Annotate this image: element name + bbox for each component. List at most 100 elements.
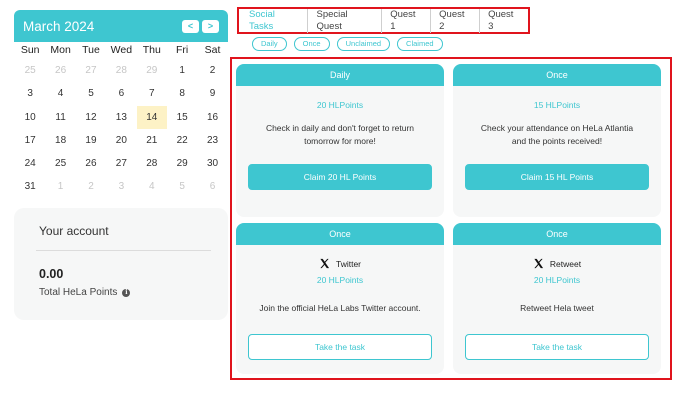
quest-tabs: Social Tasks Special Quest Quest 1 Quest 2Q… (237, 7, 530, 34)
calendar-day[interactable]: 7 (137, 82, 167, 105)
account-title: Your account (39, 224, 109, 238)
card-description: Join the official HeLa Labs Twitter acco… (259, 303, 421, 313)
weekday-label: Mon (50, 44, 71, 56)
calendar-day[interactable]: 26 (76, 152, 106, 175)
calendar-day[interactable]: 18 (45, 129, 75, 152)
calendar-day[interactable]: 9 (197, 82, 227, 105)
calendar-month-title: March 2024 (23, 18, 95, 34)
card-header: Once (453, 64, 661, 86)
task-panel: Daily 20 HLPoints Check in daily and don… (230, 57, 672, 380)
points-label: Total HeLa Points (39, 287, 118, 298)
account-card: Your account 0.00 Total HeLa Points i (14, 208, 228, 320)
calendar-day[interactable]: 23 (197, 129, 227, 152)
social-label: Twitter (335, 258, 362, 269)
tab-quest-3[interactable]: Quest 3 (479, 8, 528, 33)
filter-chip-claimed[interactable]: Claimed (397, 37, 443, 51)
tab-special-quest[interactable]: Special Quest (307, 8, 381, 33)
calendar-day[interactable]: 2 (76, 175, 106, 198)
chevron-right-icon[interactable]: > (202, 19, 219, 33)
calendar-day[interactable]: 4 (137, 175, 167, 198)
info-icon[interactable]: i (122, 288, 131, 297)
calendar-day[interactable]: 5 (167, 175, 197, 198)
calendar-day[interactable]: 22 (167, 129, 197, 152)
calendar-day[interactable]: 4 (45, 82, 75, 105)
calendar-day[interactable]: 12 (76, 106, 106, 129)
task-card-daily-checkin: Daily 20 HLPoints Check in daily and don… (236, 64, 444, 217)
calendar-day[interactable]: 3 (15, 82, 45, 105)
calendar-day[interactable]: 20 (106, 129, 136, 152)
weekday-label: Sun (20, 44, 40, 56)
calendar-day[interactable]: 2 (197, 59, 227, 82)
calendar-day[interactable]: 26 (45, 59, 75, 82)
calendar-day[interactable]: 25 (15, 59, 45, 82)
calendar-day[interactable]: 13 (106, 106, 136, 129)
calendar-day[interactable]: 28 (137, 152, 167, 175)
task-card-attendance: Once 15 HLPoints Check your attendance o… (453, 64, 661, 217)
calendar-day[interactable]: 29 (137, 59, 167, 82)
tab-quest-2[interactable]: Quest 2 (430, 8, 479, 33)
x-logo-icon (320, 258, 330, 269)
x-logo-icon (534, 258, 543, 269)
calendar-day[interactable]: 1 (45, 175, 75, 198)
calendar-day[interactable]: 17 (15, 129, 45, 152)
calendar-day[interactable]: 27 (76, 59, 106, 82)
social-row: Retweet (453, 258, 661, 269)
social-row: Twitter (236, 258, 444, 269)
calendar-days: 25 26 27 28 29 1 2 3 4 5 6 7 8 9 10 11 12 13 14 15 16 17 18 19 2… (14, 59, 228, 199)
calendar-day[interactable]: 15 (167, 106, 197, 129)
calendar-day[interactable]: 8 (167, 82, 197, 105)
task-card-retweet: Once Retweet 20 HLPoints Retweet Hela tw… (453, 223, 661, 374)
calendar-day[interactable]: 1 (167, 59, 197, 82)
weekday-label: Wed (110, 44, 133, 56)
card-description: Retweet Hela tweet (520, 303, 594, 313)
calendar: March 2024 < > Sun Mon Tue Wed Thu Fri Sat 25 2… (14, 10, 228, 200)
filter-chip-daily[interactable]: Daily (252, 37, 287, 51)
card-header: Once (236, 223, 444, 245)
calendar-day[interactable]: 5 (76, 82, 106, 105)
take-task-button[interactable]: Take the task (248, 334, 432, 360)
calendar-day[interactable]: 30 (197, 152, 227, 175)
chevron-left-icon[interactable]: < (182, 19, 199, 33)
calendar-day[interactable]: 19 (76, 129, 106, 152)
tab-social-tasks[interactable]: Social Tasks (245, 9, 307, 33)
tab-quest-1[interactable]: Quest 1 (381, 8, 430, 33)
social-label: Retweet (549, 258, 582, 269)
card-points: 20 HLPoints (316, 275, 364, 285)
calendar-day[interactable]: 31 (15, 175, 45, 198)
calendar-day[interactable]: 16 (197, 106, 227, 129)
calendar-day[interactable]: 10 (15, 106, 45, 129)
weekday-label: Fri (176, 44, 189, 56)
calendar-header: March 2024 < > (14, 10, 228, 42)
filter-chip-once[interactable]: Once (293, 37, 330, 51)
calendar-day[interactable]: 27 (106, 152, 136, 175)
weekday-label: Tue (82, 44, 100, 56)
card-points: 15 HLPoints (533, 100, 581, 110)
card-description: Check in daily and don't forget to retur… (265, 123, 415, 146)
calendar-day[interactable]: 3 (106, 175, 136, 198)
claim-button[interactable]: Claim 20 HL Points (248, 164, 432, 190)
calendar-day[interactable]: 6 (106, 82, 136, 105)
calendar-day[interactable]: 24 (15, 152, 45, 175)
weekday-label: Thu (142, 44, 161, 56)
card-header: Once (453, 223, 661, 245)
calendar-day[interactable]: 28 (106, 59, 136, 82)
card-points: 20 HLPoints (316, 100, 364, 110)
card-header: Daily (236, 64, 444, 86)
divider (36, 250, 211, 251)
calendar-day[interactable]: 25 (45, 152, 75, 175)
take-task-button[interactable]: Take the task (465, 334, 649, 360)
filter-chip-unclaimed[interactable]: Unclaimed (336, 37, 391, 51)
task-card-twitter: Once Twitter 20 HLPoints Join the offici… (236, 223, 444, 374)
points-value: 0.00 (39, 267, 64, 281)
calendar-day[interactable]: 21 (137, 129, 167, 152)
calendar-weekdays: Sun Mon Tue Wed Thu Fri Sat (14, 42, 228, 59)
calendar-day[interactable]: 6 (197, 175, 227, 198)
card-description: Check your attendance on HeLa Atlantia a… (480, 123, 634, 146)
calendar-day[interactable]: 11 (45, 106, 75, 129)
task-filters: Daily Once Unclaimed Claimed (252, 37, 443, 51)
calendar-day-today[interactable]: 14 (136, 105, 167, 129)
weekday-label: Sat (204, 44, 221, 56)
points-label-row: Total HeLa Points i (39, 287, 210, 298)
calendar-day[interactable]: 29 (167, 152, 197, 175)
claim-button[interactable]: Claim 15 HL Points (465, 164, 649, 190)
